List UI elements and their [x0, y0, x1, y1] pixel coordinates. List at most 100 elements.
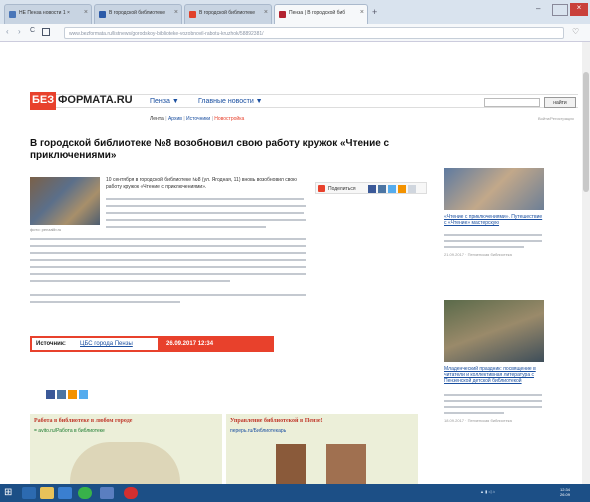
text-line — [106, 205, 306, 207]
login-link[interactable]: Войти/Регистрация — [538, 116, 574, 121]
text-line — [444, 406, 542, 408]
text-line — [444, 400, 542, 402]
share-button[interactable]: Поделиться — [328, 186, 356, 192]
text-line — [30, 245, 306, 247]
small-tw-icon[interactable] — [79, 390, 88, 399]
photo-caption: фото: penzalib.ru — [30, 227, 62, 232]
text-line — [444, 246, 524, 248]
ad-title[interactable]: Управление библиотекой в Пензе! — [230, 418, 323, 424]
text-line — [106, 198, 304, 200]
sidebar-photo-2[interactable] — [444, 300, 544, 362]
ad-block-2[interactable]: Управление библиотекой в Пензе! перерь.r… — [226, 414, 418, 484]
logo-prefix[interactable]: БЕЗ — [30, 92, 57, 110]
article-lead: 10 сентября в городской библиотеке №8 (у… — [106, 177, 297, 190]
ad-image — [276, 444, 306, 484]
tab-close-icon[interactable]: × — [174, 9, 178, 16]
nav-link-newbuild[interactable]: Новостройка — [214, 116, 244, 122]
windows-taskbar: ⊞ ▲ ▮ ◁ ⌂ 12:34 26.09 — [0, 484, 590, 502]
opera-taskbar-icon[interactable] — [124, 487, 138, 499]
tab-close-icon[interactable]: × — [84, 9, 88, 16]
text-line — [30, 252, 306, 254]
source-link[interactable]: ЦБС города Пензы — [80, 341, 133, 347]
text-line — [106, 219, 306, 221]
main-news-dropdown[interactable]: Главные новости ▼ — [198, 98, 263, 105]
nav-link-archive[interactable]: Архив — [168, 116, 182, 122]
text-line — [30, 259, 306, 261]
tray-clock[interactable]: 12:34 26.09 — [560, 487, 570, 497]
source-datetime: 26.09.2017 12:34 — [166, 341, 214, 347]
vk-icon[interactable] — [378, 185, 386, 193]
text-line — [30, 301, 180, 303]
web-page: БЕЗ ФОРМАТА.RU Пенза ▼ Главные новости ▼… — [0, 42, 590, 484]
ad-subtitle[interactable]: перерь.ru/Библиотекарь — [230, 428, 286, 434]
maximize-button[interactable] — [552, 4, 568, 16]
ad-image — [326, 444, 366, 484]
chrome-taskbar-icon[interactable] — [78, 487, 92, 499]
tab-favicon-icon — [99, 11, 106, 18]
sidebar-link-1[interactable]: «Чтение с приключениями». Путешествие с … — [444, 214, 544, 226]
text-line — [106, 212, 304, 214]
logo-main[interactable]: ФОРМАТА.RU — [58, 94, 133, 106]
browser-tab-4-active[interactable]: Пенза | В городской биб × — [274, 4, 368, 24]
nav-link-feed[interactable]: Лента — [150, 116, 164, 122]
city-dropdown[interactable]: Пенза ▼ — [150, 98, 179, 105]
explorer-taskbar-icon[interactable] — [40, 487, 54, 499]
media-taskbar-icon[interactable] — [58, 487, 72, 499]
share-icon — [318, 185, 325, 192]
scrollbar-thumb[interactable] — [583, 72, 589, 192]
app-taskbar-icon[interactable] — [100, 487, 114, 499]
text-line — [444, 240, 542, 242]
share-widget: Поделиться — [315, 182, 427, 194]
article-photo — [30, 177, 100, 225]
search-button[interactable]: найти — [544, 97, 576, 108]
forward-arrow-icon[interactable]: › — [18, 27, 21, 36]
ie-taskbar-icon[interactable] — [22, 487, 36, 499]
source-label: Источник: — [36, 341, 66, 347]
tab-favicon-icon — [279, 11, 286, 18]
tab-close-icon[interactable]: × — [360, 9, 364, 16]
text-line — [30, 280, 230, 282]
text-line — [444, 234, 542, 236]
facebook-icon[interactable] — [368, 185, 376, 193]
ad-title[interactable]: Работа в библиотеке в любом городе — [34, 418, 132, 424]
page-scrollbar[interactable] — [582, 42, 590, 484]
small-fb-icon[interactable] — [46, 390, 55, 399]
url-input[interactable]: www.bezformata.ru/listnews/gorodskoy-bib… — [64, 27, 564, 39]
nav-links: Лента | Архив | Источники | Новостройка — [150, 116, 245, 122]
small-ok-icon[interactable] — [68, 390, 77, 399]
text-line — [30, 294, 306, 296]
home-icon[interactable] — [42, 28, 50, 36]
close-window-button[interactable]: × — [570, 3, 588, 16]
sidebar-link-2[interactable]: Младенческий праздник: посвящение в чита… — [444, 366, 544, 384]
browser-tab-3[interactable]: В городской библиотеке × — [184, 4, 272, 24]
search-input[interactable] — [484, 98, 540, 107]
ad-image — [70, 442, 180, 484]
text-line — [30, 266, 306, 268]
text-line — [444, 394, 542, 396]
article-title: В городской библиотеке №8 возобновил сво… — [30, 138, 390, 161]
bookmark-heart-icon[interactable]: ♡ — [572, 27, 579, 36]
minimize-button[interactable]: – — [536, 4, 550, 16]
browser-tab-2[interactable]: В городской библиотеке × — [94, 4, 182, 24]
text-line — [106, 226, 266, 228]
text-line — [444, 412, 504, 414]
ad-subtitle[interactable]: = avito.ru/Работа в библиотеке — [34, 428, 105, 434]
ad-block-1[interactable]: Работа в библиотеке в любом городе = avi… — [30, 414, 222, 484]
browser-tab-bar: НЕ Пенза новости 1 × × В городской библи… — [0, 0, 590, 24]
tab-favicon-icon — [189, 11, 196, 18]
small-vk-icon[interactable] — [57, 390, 66, 399]
more-share-icon[interactable] — [408, 185, 416, 193]
start-button-icon[interactable]: ⊞ — [4, 487, 18, 499]
back-arrow-icon[interactable]: ‹ — [6, 27, 9, 36]
new-tab-button[interactable]: + — [372, 7, 377, 17]
ok-icon[interactable] — [398, 185, 406, 193]
sidebar-photo-1[interactable] — [444, 168, 544, 210]
tray-icons[interactable]: ▲ ▮ ◁ ⌂ — [480, 489, 495, 494]
sidebar-date-1: 21.09.2017 · Пензенская библиотека — [444, 252, 512, 257]
tab-close-icon[interactable]: × — [264, 9, 268, 16]
nav-link-sources[interactable]: Источники — [186, 116, 210, 122]
browser-tab-1[interactable]: НЕ Пенза новости 1 × × — [4, 4, 92, 24]
twitter-icon[interactable] — [388, 185, 396, 193]
reload-icon[interactable]: C — [30, 27, 35, 34]
text-line — [30, 273, 306, 275]
